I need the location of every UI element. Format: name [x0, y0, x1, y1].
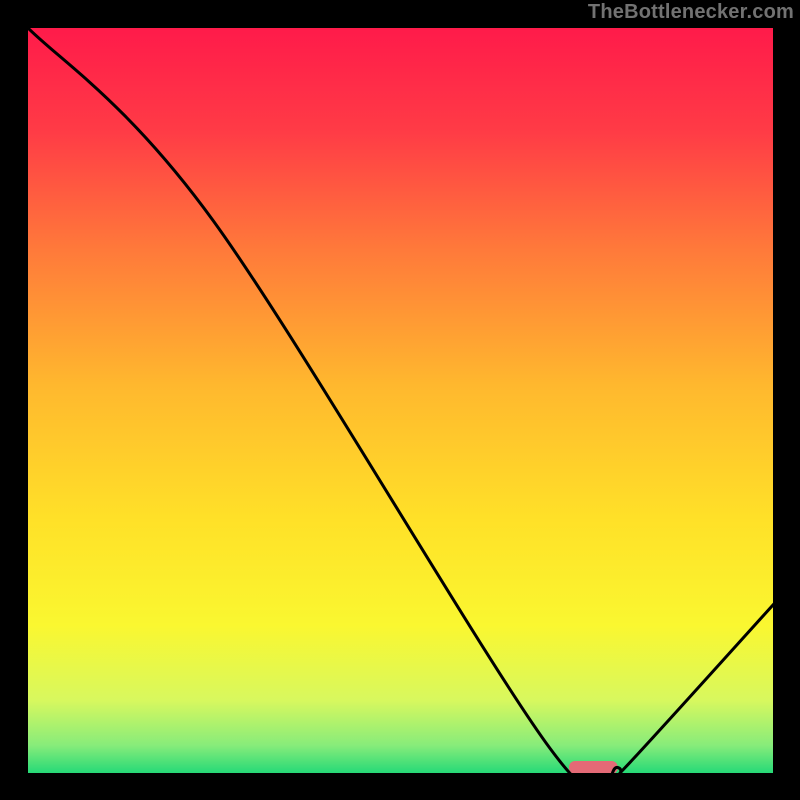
chart-svg: [24, 24, 777, 777]
optimal-marker: [569, 761, 618, 774]
bottleneck-chart: [24, 24, 777, 777]
attribution-label: TheBottlenecker.com: [588, 0, 794, 24]
gradient-background: [26, 26, 775, 775]
